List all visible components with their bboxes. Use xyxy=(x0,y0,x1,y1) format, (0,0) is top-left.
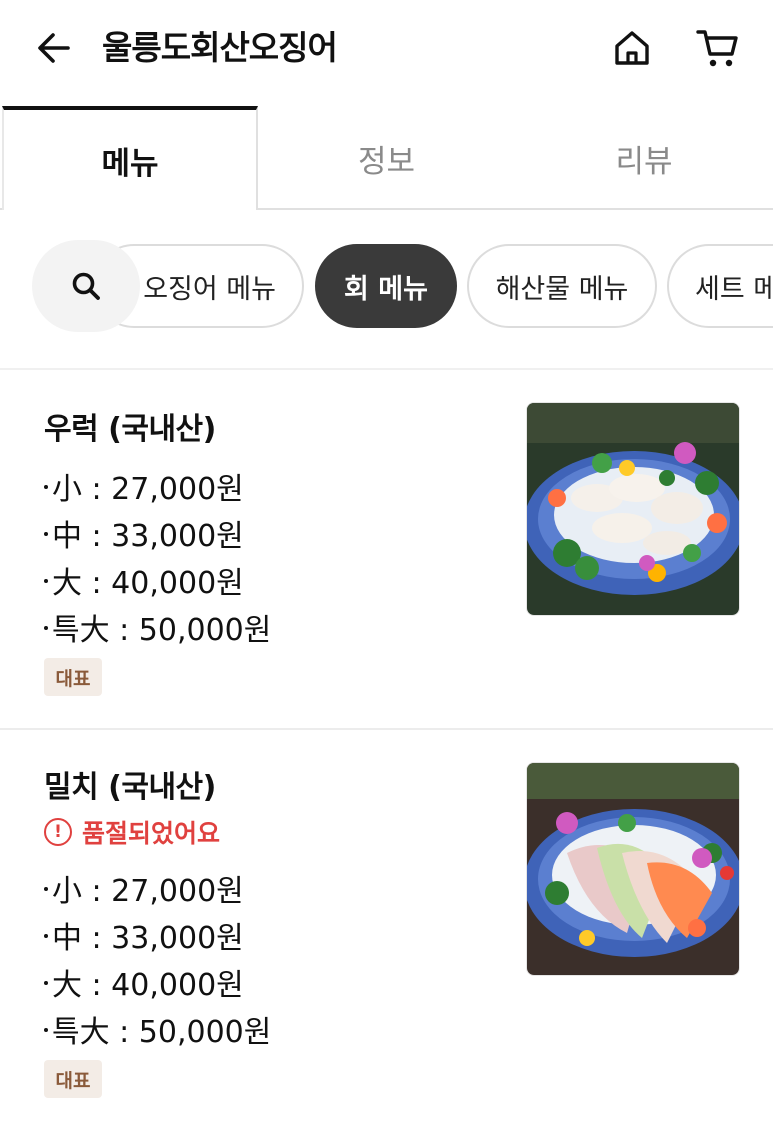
price-small: 小 : 27,000원 xyxy=(44,866,244,910)
price-small: 小 : 27,000원 xyxy=(44,464,244,508)
menu-item-image xyxy=(526,402,740,616)
search-button[interactable] xyxy=(32,240,140,332)
price-xlarge: 특大 : 50,000원 xyxy=(44,1007,271,1051)
search-icon xyxy=(72,272,100,300)
tab-info[interactable]: 정보 xyxy=(258,106,515,210)
back-button[interactable] xyxy=(32,26,76,70)
menu-item-name: 우럭 (국내산) xyxy=(44,412,216,447)
price-xlarge: 특大 : 50,000원 xyxy=(44,605,271,649)
category-chip-bar[interactable]: 오징어 메뉴 회 메뉴 해산물 메뉴 세트 메뉴 xyxy=(0,236,773,336)
store-title: 울릉도회산오징어 xyxy=(102,28,338,67)
price-large: 大 : 40,000원 xyxy=(44,960,244,1004)
menu-item[interactable]: 밀치 (국내산) ! 품절되었어요 小 : 27,000원 中 : 33,000… xyxy=(0,730,773,1121)
section-divider xyxy=(0,368,773,370)
signature-badge: 대표 xyxy=(44,658,102,696)
tab-reviews[interactable]: 리뷰 xyxy=(515,106,773,210)
app-header: 울릉도회산오징어 xyxy=(0,0,773,100)
warning-icon: ! xyxy=(44,818,72,846)
cart-icon xyxy=(696,30,738,67)
arrow-left-icon xyxy=(38,33,70,63)
store-tabs: 메뉴 정보 리뷰 xyxy=(0,106,773,210)
menu-item-name: 밀치 (국내산) xyxy=(44,770,216,805)
price-large: 大 : 40,000원 xyxy=(44,558,244,602)
price-medium: 中 : 33,000원 xyxy=(44,913,244,957)
sold-out-notice: ! 품절되었어요 xyxy=(44,814,220,850)
price-medium: 中 : 33,000원 xyxy=(44,511,244,555)
menu-item[interactable]: 우럭 (국내산) 小 : 27,000원 中 : 33,000원 大 : 40,… xyxy=(0,372,773,728)
category-chip-sashimi[interactable]: 회 메뉴 xyxy=(315,244,457,328)
category-chip-set[interactable]: 세트 메뉴 xyxy=(667,244,773,328)
category-chip-seafood[interactable]: 해산물 메뉴 xyxy=(467,244,657,328)
tab-menu[interactable]: 메뉴 xyxy=(2,106,258,210)
signature-badge: 대표 xyxy=(44,1060,102,1098)
cart-button[interactable] xyxy=(692,24,744,72)
home-icon xyxy=(615,31,649,65)
menu-item-image xyxy=(526,762,740,976)
home-button[interactable] xyxy=(608,24,656,72)
